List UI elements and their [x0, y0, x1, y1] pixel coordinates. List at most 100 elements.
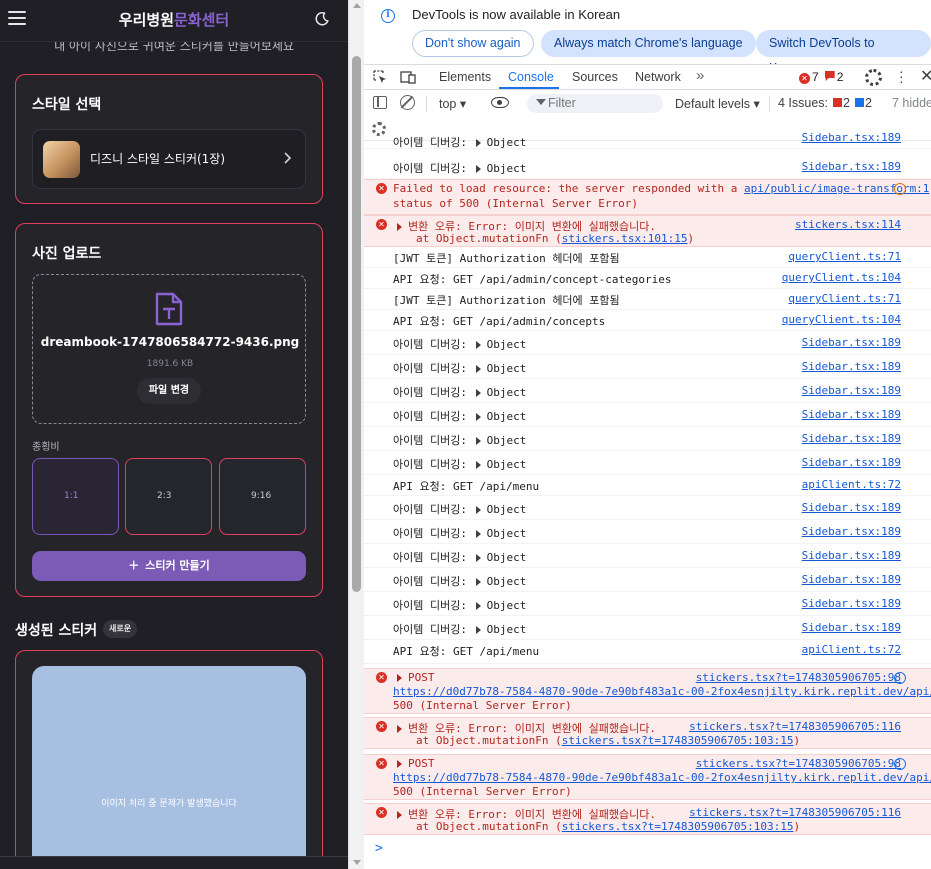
log-levels-dropdown[interactable]: Default levels ▾ — [675, 96, 760, 111]
error-warning-counter[interactable]: ✕ 7 2 — [799, 70, 843, 84]
source-link[interactable]: Sidebar.tsx:189 — [802, 336, 901, 349]
source-link[interactable]: Sidebar.tsx:189 — [802, 456, 901, 469]
source-link[interactable]: Sidebar.tsx:189 — [802, 525, 901, 538]
expand-triangle-icon[interactable] — [475, 437, 481, 445]
dark-mode-icon[interactable] — [314, 11, 330, 27]
expand-triangle-icon[interactable] — [475, 139, 481, 147]
ratio-option-2-3[interactable]: 2:3 — [125, 458, 212, 535]
network-request-icon[interactable] — [894, 183, 906, 195]
request-url[interactable]: https://d0d77b78-7584-4870-90de-7e90bf48… — [393, 685, 931, 698]
live-expression-eye-icon[interactable] — [491, 97, 509, 108]
object-preview[interactable]: Object — [487, 434, 527, 447]
expand-triangle-icon[interactable] — [475, 554, 481, 562]
tab-sources[interactable]: Sources — [572, 70, 618, 84]
expand-triangle-icon[interactable] — [475, 602, 481, 610]
expand-triangle-icon[interactable] — [475, 626, 481, 634]
object-preview[interactable]: Object — [487, 136, 527, 149]
brand-title[interactable]: 우리병원문화센터 — [0, 9, 348, 30]
object-preview[interactable]: Object — [487, 575, 527, 588]
object-preview[interactable]: Object — [487, 503, 527, 516]
tab-console[interactable]: Console — [508, 70, 554, 84]
source-link[interactable]: Sidebar.tsx:189 — [802, 160, 901, 173]
ratio-option-9-16[interactable]: 9:16 — [219, 458, 306, 535]
match-language-button[interactable]: Always match Chrome's language — [541, 30, 756, 57]
clear-console-icon[interactable] — [400, 95, 415, 110]
source-link[interactable]: queryClient.ts:104 — [782, 271, 901, 284]
device-toolbar-icon[interactable] — [400, 69, 416, 85]
console-filter-input[interactable] — [527, 94, 663, 113]
request-url[interactable]: https://d0d77b78-7584-4870-90de-7e90bf48… — [393, 771, 931, 784]
source-link[interactable]: Sidebar.tsx:189 — [802, 549, 901, 562]
expand-triangle-icon[interactable] — [397, 223, 402, 231]
source-link[interactable]: Sidebar.tsx:189 — [802, 621, 901, 634]
source-link[interactable]: Sidebar.tsx:189 — [802, 432, 901, 445]
object-preview[interactable]: Object — [487, 162, 527, 175]
source-link[interactable]: Sidebar.tsx:189 — [802, 131, 901, 144]
source-link[interactable]: Sidebar.tsx:189 — [802, 597, 901, 610]
object-preview[interactable]: Object — [487, 458, 527, 471]
expand-triangle-icon[interactable] — [475, 165, 481, 173]
expand-triangle-icon[interactable] — [475, 506, 481, 514]
object-preview[interactable]: Object — [487, 623, 527, 636]
source-link[interactable]: stickers.tsx?t=1748305906705:98 — [696, 671, 901, 684]
expand-triangle-icon[interactable] — [475, 578, 481, 586]
object-preview[interactable]: Object — [487, 338, 527, 351]
style-option-selected[interactable]: 디즈니 스타일 스티커(1장) — [32, 129, 306, 189]
network-request-icon[interactable] — [894, 672, 906, 684]
expand-triangle-icon[interactable] — [475, 413, 481, 421]
hidden-messages-count[interactable]: 7 hidden — [892, 96, 931, 110]
source-link[interactable]: queryClient.ts:71 — [788, 250, 901, 263]
tab-elements[interactable]: Elements — [439, 70, 491, 84]
change-file-button[interactable]: 파일 변경 — [137, 378, 201, 404]
bottom-navigation[interactable] — [0, 856, 348, 869]
source-link[interactable]: Sidebar.tsx:189 — [802, 408, 901, 421]
expand-triangle-icon[interactable] — [475, 365, 481, 373]
network-request-icon[interactable] — [894, 758, 906, 770]
source-link[interactable]: stickers.tsx:114 — [795, 218, 901, 231]
object-preview[interactable]: Object — [487, 599, 527, 612]
expand-triangle-icon[interactable] — [397, 725, 402, 733]
source-link[interactable]: Sidebar.tsx:189 — [802, 573, 901, 586]
source-link[interactable]: stickers.tsx?t=1748305906705:116 — [689, 720, 901, 733]
source-link[interactable]: queryClient.ts:71 — [788, 292, 901, 305]
expand-triangle-icon[interactable] — [475, 530, 481, 538]
source-link[interactable]: Sidebar.tsx:189 — [802, 384, 901, 397]
scroll-thumb[interactable] — [352, 56, 361, 592]
expand-triangle-icon[interactable] — [397, 811, 402, 819]
console-sidebar-icon[interactable] — [373, 96, 387, 109]
object-preview[interactable]: Object — [487, 386, 527, 399]
expand-triangle-icon[interactable] — [475, 461, 481, 469]
issues-counter[interactable]: 4 Issues: 2 2 — [778, 96, 872, 110]
page-scrollbar[interactable] — [348, 0, 364, 869]
expand-triangle-icon[interactable] — [475, 341, 481, 349]
source-link[interactable]: apiClient.ts:72 — [802, 643, 901, 656]
tab-network[interactable]: Network — [635, 70, 681, 84]
object-preview[interactable]: Object — [487, 551, 527, 564]
upload-dropzone[interactable]: dreambook-1747806584772-9436.png 1891.6 … — [32, 274, 306, 424]
stack-link[interactable]: stickers.tsx?t=1748305906705:103:15 — [562, 734, 794, 747]
expand-triangle-icon[interactable] — [397, 760, 402, 768]
scroll-up-arrow[interactable] — [353, 3, 361, 8]
make-sticker-button[interactable]: ＋ 스티커 만들기 — [32, 551, 306, 581]
object-preview[interactable]: Object — [487, 527, 527, 540]
more-options-icon[interactable]: · · · — [899, 64, 904, 88]
source-link[interactable]: Sidebar.tsx:189 — [802, 501, 901, 514]
context-selector[interactable]: top ▾ — [439, 96, 466, 111]
source-link[interactable]: stickers.tsx?t=1748305906705:116 — [689, 806, 901, 819]
settings-gear-icon[interactable] — [865, 69, 882, 86]
more-tabs-icon[interactable]: » — [696, 67, 704, 84]
inspect-element-icon[interactable] — [372, 69, 388, 85]
object-preview[interactable]: Object — [487, 362, 527, 375]
switch-to-korean-button[interactable]: Switch DevTools to Korean — [756, 30, 931, 75]
ratio-option-1-1[interactable]: 1:1 — [32, 458, 119, 535]
source-link[interactable]: Sidebar.tsx:189 — [802, 360, 901, 373]
scroll-down-arrow[interactable] — [353, 860, 361, 865]
expand-triangle-icon[interactable] — [397, 674, 402, 682]
source-link[interactable]: queryClient.ts:104 — [782, 313, 901, 326]
object-preview[interactable]: Object — [487, 410, 527, 423]
dont-show-again-button[interactable]: Don't show again — [412, 30, 534, 57]
source-link[interactable]: apiClient.ts:72 — [802, 478, 901, 491]
source-link[interactable]: stickers.tsx?t=1748305906705:98 — [696, 757, 901, 770]
stack-link[interactable]: stickers.tsx?t=1748305906705:103:15 — [562, 820, 794, 833]
close-devtools-icon[interactable]: ✕ — [920, 66, 931, 86]
